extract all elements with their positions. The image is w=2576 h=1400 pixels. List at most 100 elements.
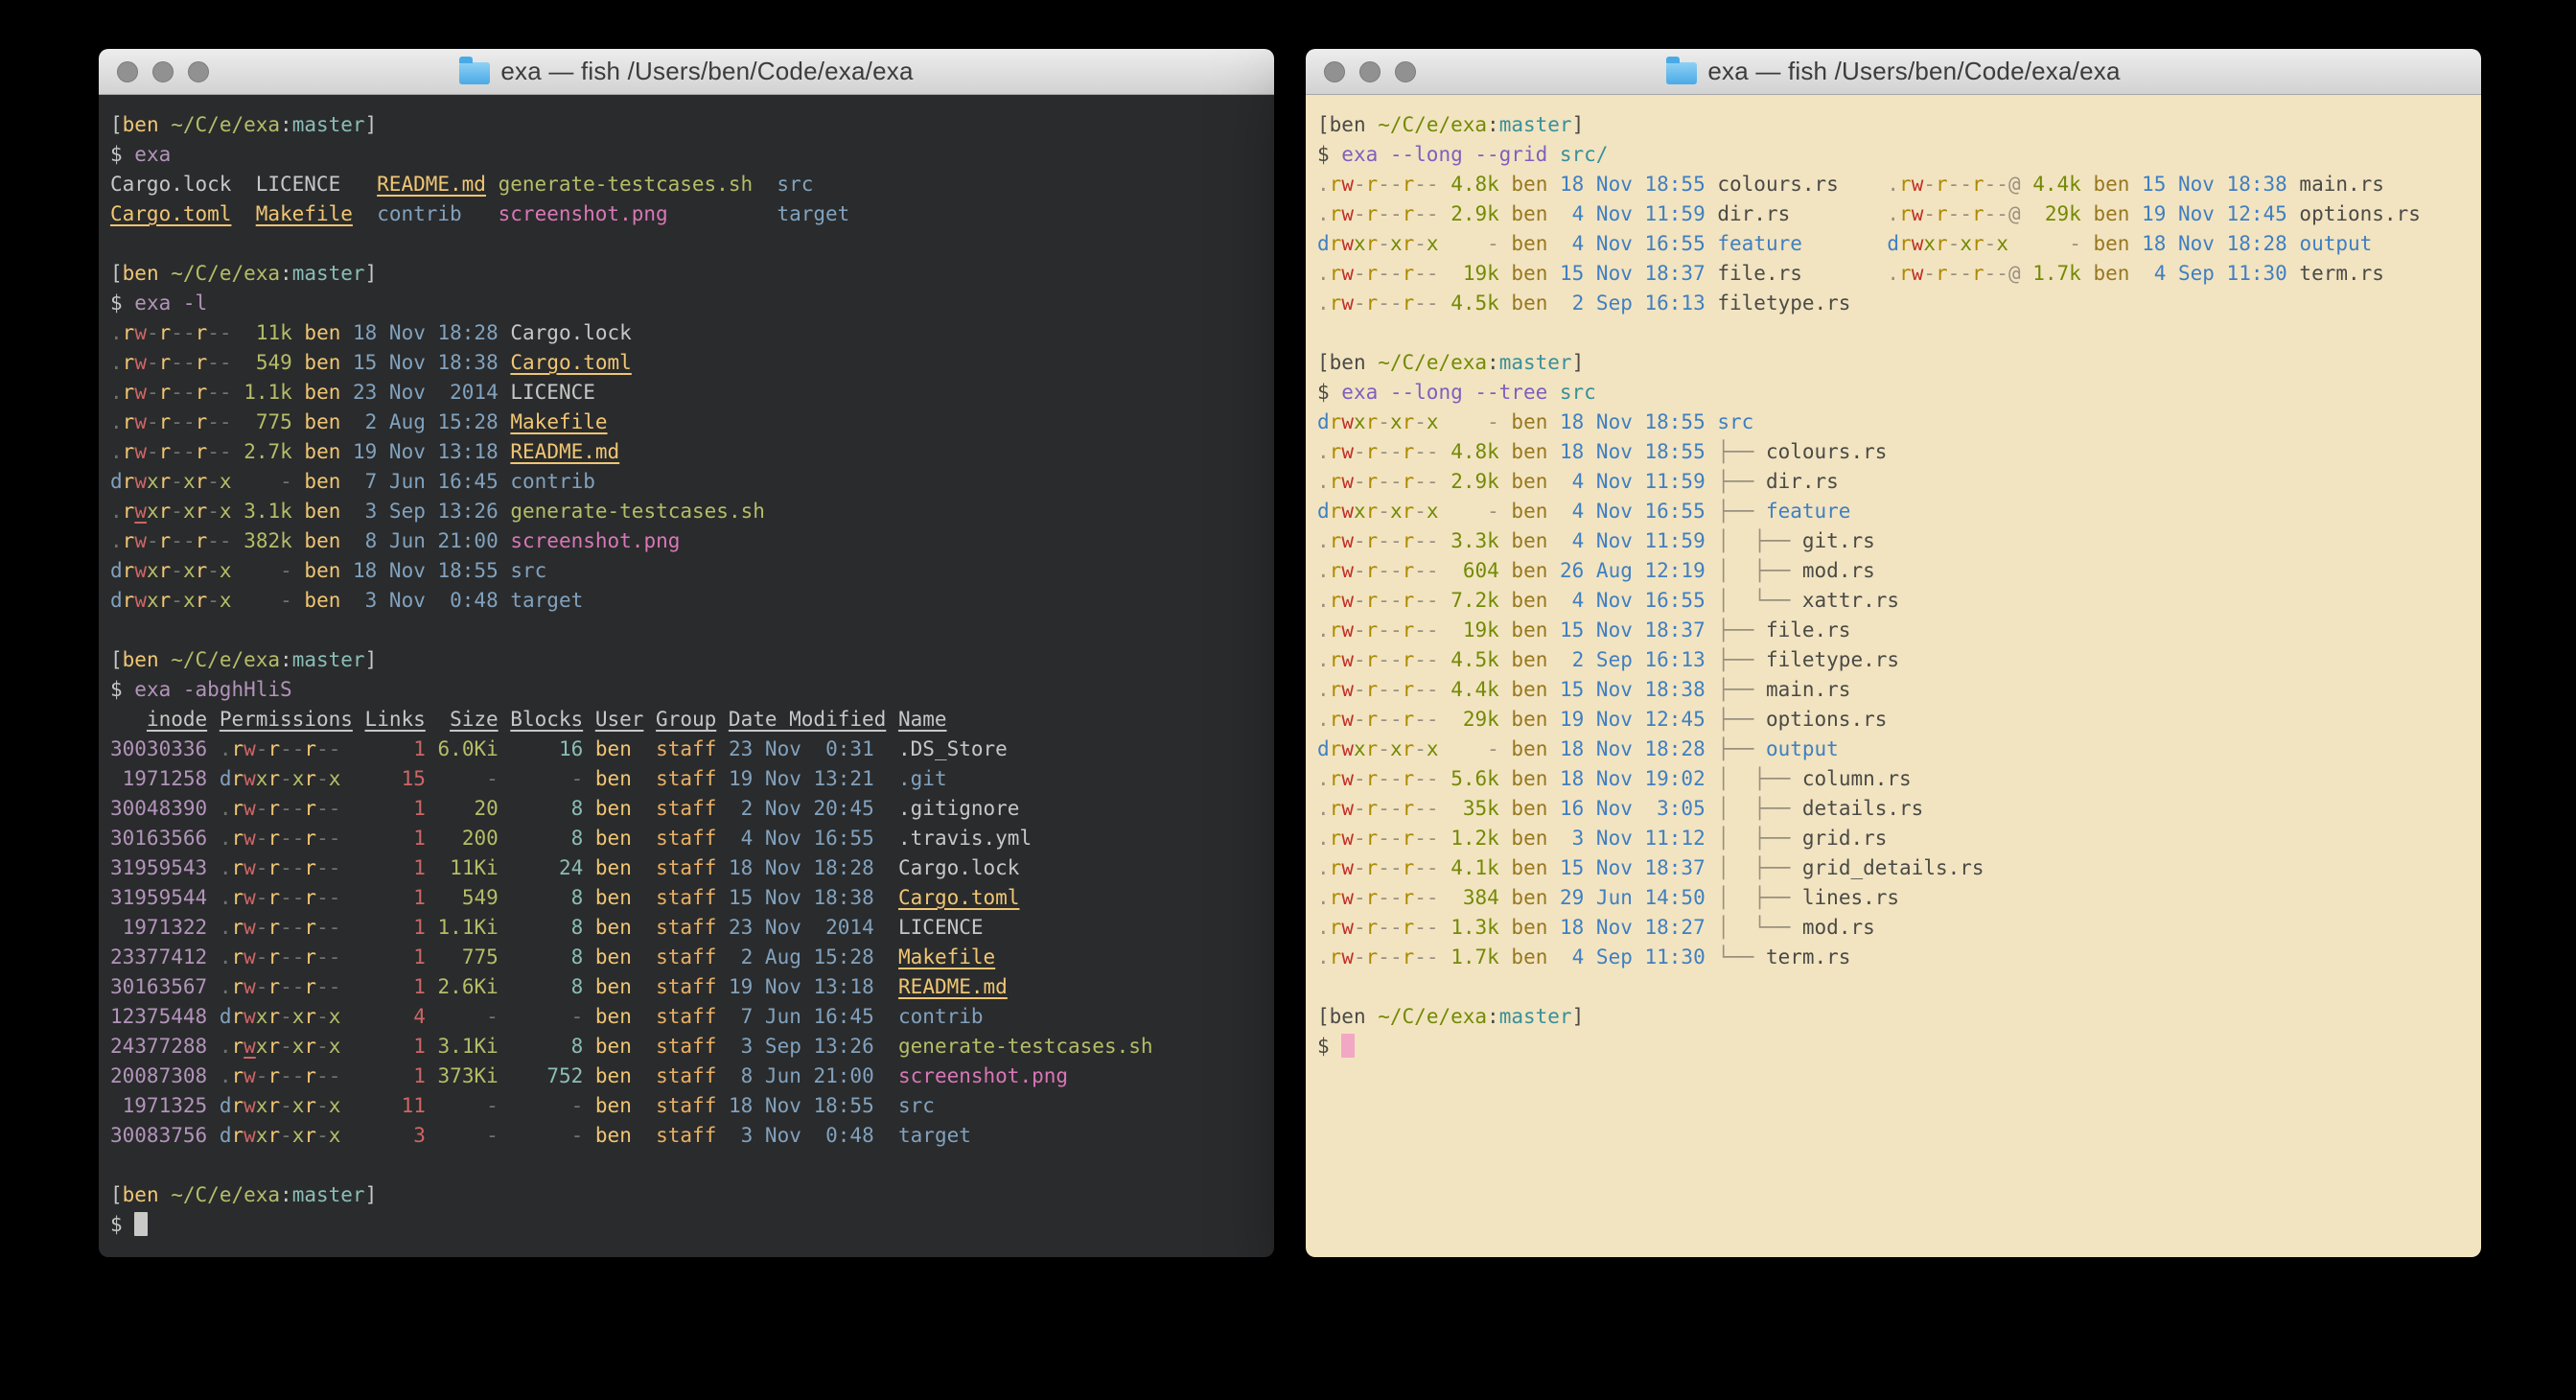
terminal-text: ben [583,886,632,909]
perm-char: - [1378,737,1390,760]
perm-char: r [1403,292,1415,315]
terminal-text: dir.rs [1766,470,1839,493]
perm-char: . [1317,440,1330,463]
terminal-text: ben [2081,232,2130,255]
perm-char: . [110,440,123,463]
terminal-window-left: exa — fish /Users/ben/Code/exa/exa [ben … [99,49,1274,1257]
terminal-text: 8 [499,916,584,939]
terminal-text: staff [632,856,717,879]
perm-char: r [1366,440,1379,463]
terminal-text: 16 Nov 3:05 [1547,797,1705,820]
perm-char: - [256,975,268,998]
perm-char: - [171,381,183,404]
permission-bits: drwxr-xr-x [220,1005,341,1028]
perm-char: r [1330,856,1342,879]
perm-char: w [1912,202,1924,225]
terminal-text [207,737,220,760]
perm-char: x [292,1035,305,1058]
terminal-line: [ben ~/C/e/exa:master] [1317,110,2470,140]
perm-char: r [267,1005,280,1028]
terminal-text: 7.2k [1439,589,1499,612]
titlebar[interactable]: exa — fish /Users/ben/Code/exa/exa [99,49,1274,95]
terminal-text: - [232,470,292,493]
terminal-text: 31959544 [110,886,207,909]
perm-char: - [1354,618,1366,642]
terminal-text: 18 Nov 18:28 [716,856,873,879]
terminal-text: src [499,559,547,582]
terminal-text [353,708,365,731]
perm-char: r [1330,916,1342,939]
perm-char: r [1330,648,1342,671]
terminal-text: Permissions [220,708,353,731]
close-button[interactable] [117,61,138,82]
perm-char: r [267,1094,280,1117]
terminal-line: inode Permissions Links Size Blocks User… [110,705,1263,735]
permission-bits: .rw-r--r-- [1317,470,1439,493]
terminal-line: Cargo.toml Makefile contrib screenshot.p… [110,199,1263,229]
perm-char: - [1996,202,2008,225]
perm-char: w [1341,945,1354,968]
terminal-text: 1 [340,1064,426,1087]
terminal-screen-right[interactable]: [ben ~/C/e/exa:master]$ exa --long --gri… [1306,95,2481,1257]
terminal-text: 4.5k [1439,292,1499,315]
permission-bits: .rw-r--r-- [1317,678,1439,701]
perm-char: - [1427,708,1439,731]
permission-bits: .rw-r--r-- [1317,797,1439,820]
perm-char: x [220,589,232,612]
terminal-text: - [499,767,584,790]
perm-char: w [1341,440,1354,463]
permission-bits: .rw-r--r--@ [1887,173,2020,196]
minimize-button[interactable] [152,61,174,82]
perm-char: r [1330,470,1342,493]
perm-char: . [220,1064,232,1087]
perm-char: - [147,381,159,404]
perm-char: r [1899,173,1912,196]
zoom-button[interactable] [188,61,209,82]
terminal-text: ben [583,1035,632,1058]
close-button[interactable] [1324,61,1345,82]
terminal-text: 35k [1439,797,1499,820]
perm-char: - [1427,767,1439,790]
perm-char: r [159,410,172,433]
terminal-text: 4 [340,1005,426,1028]
terminal-text: 1 [340,737,426,760]
permission-bits: drwxr-xr-x [110,470,232,493]
terminal-text: ben [1499,262,1548,285]
perm-char: w [134,381,147,404]
terminal-text: ben [123,113,159,136]
perm-char: - [1390,797,1403,820]
titlebar[interactable]: exa — fish /Users/ben/Code/exa/exa [1306,49,2481,95]
perm-char: - [316,945,329,968]
perm-char: - [1427,292,1439,315]
perm-char: - [171,410,183,433]
permission-bits: .rw-r--r-- [1317,827,1439,850]
perm-char: - [1354,173,1366,196]
perm-char: x [1923,232,1936,255]
terminal-text: exa --long --tree [1341,381,1560,404]
terminal-screen-left[interactable]: [ben ~/C/e/exa:master]$ exaCargo.lock LI… [99,95,1274,1257]
perm-char: - [1996,262,2008,285]
terminal-text: ben [1499,173,1548,196]
minimize-button[interactable] [1359,61,1381,82]
perm-char: - [1354,678,1366,701]
perm-char: r [304,1124,316,1147]
terminal-text: ~/C/e/exa [1378,113,1487,136]
terminal-text [207,856,220,879]
terminal-text: 8 [499,975,584,998]
perm-char: - [280,916,292,939]
perm-char: - [1354,440,1366,463]
perm-char: - [280,737,292,760]
zoom-button[interactable] [1395,61,1416,82]
terminal-text: ├── [1706,440,1766,463]
terminal-line: .rw-r--r-- 4.4k ben 15 Nov 18:38 ├── mai… [1317,675,2470,705]
perm-char: - [316,1124,329,1147]
perm-char: - [1378,529,1390,552]
perm-char: - [171,500,183,523]
perm-char: - [280,1064,292,1087]
perm-char: w [134,500,147,523]
terminal-text: ben [583,767,632,790]
perm-char: x [147,500,159,523]
perm-char: r [1403,173,1415,196]
perm-char: w [134,470,147,493]
terminal-text [1802,232,1888,255]
